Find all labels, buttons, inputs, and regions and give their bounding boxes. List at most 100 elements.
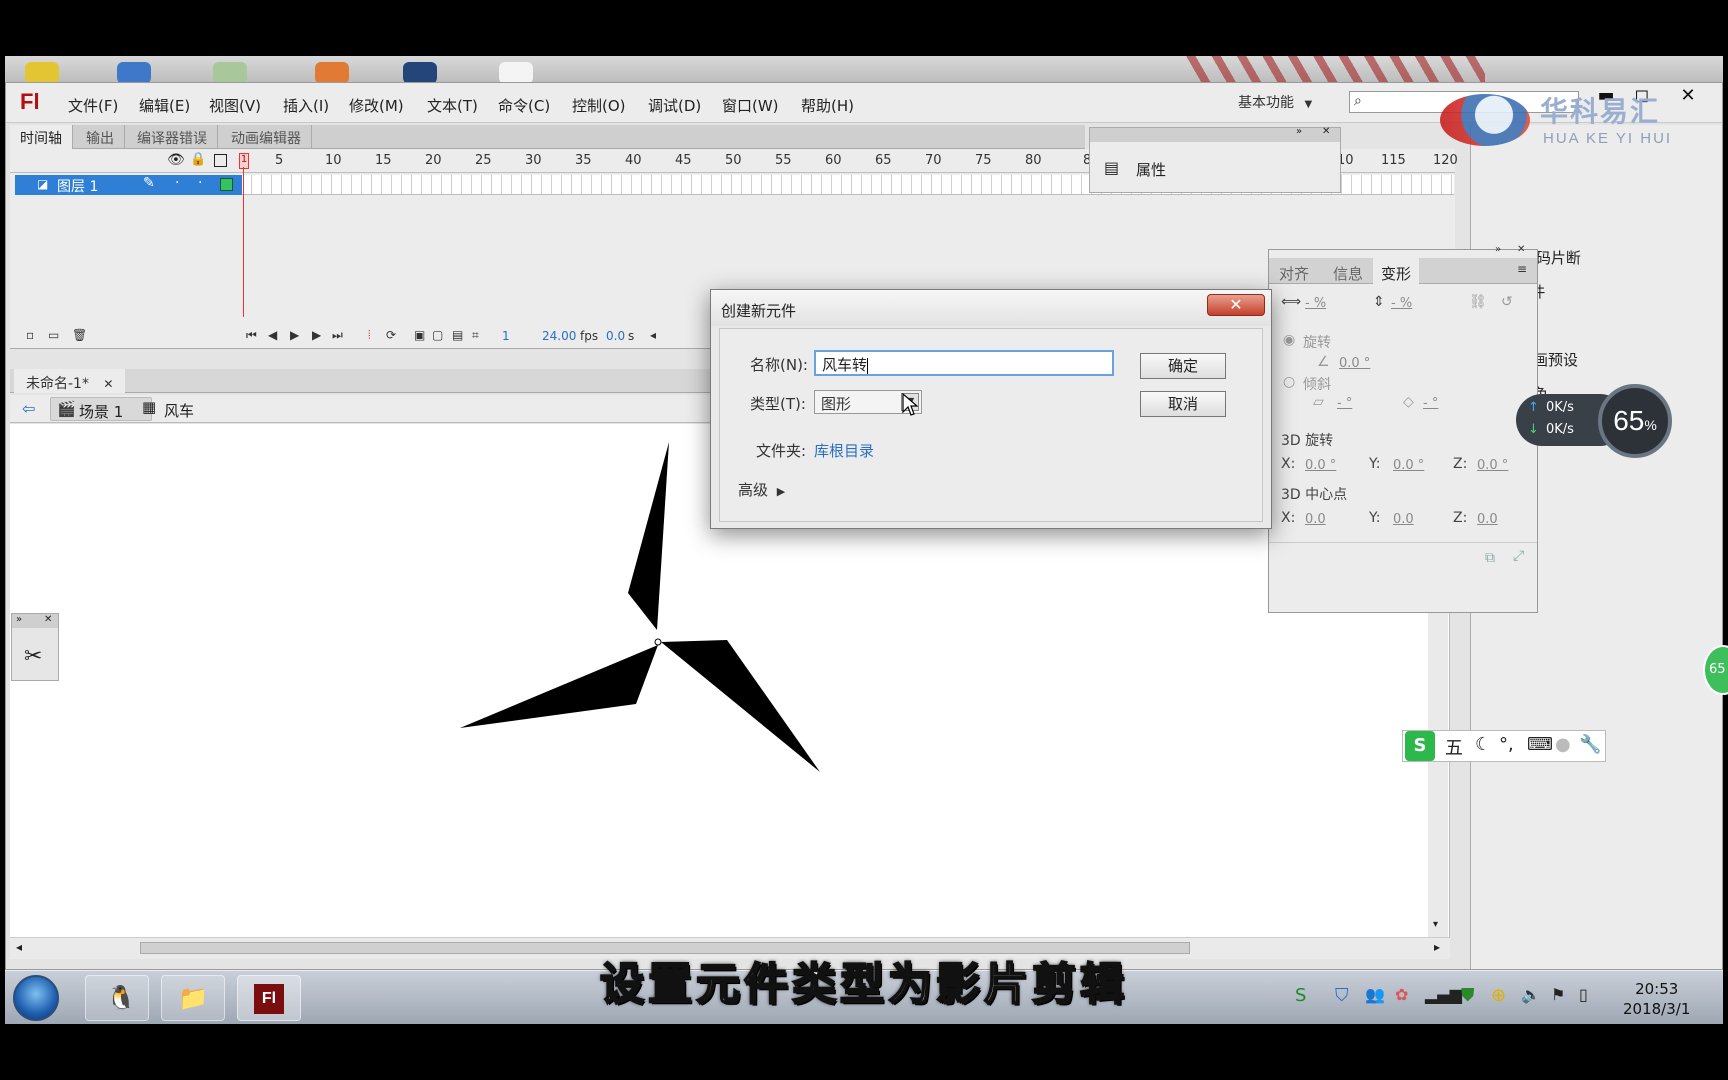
rotation-3d-x[interactable]: 0.0 ° <box>1305 458 1336 473</box>
scroll-down-icon[interactable]: ▾ <box>1433 919 1438 930</box>
tools-icon[interactable]: ✂ <box>24 644 42 669</box>
tab-compiler-errors[interactable]: 编译器错误 <box>127 125 218 149</box>
playhead[interactable]: 1 <box>239 153 249 317</box>
close-tab-icon[interactable]: ✕ <box>103 377 113 391</box>
desktop-icon[interactable] <box>213 62 247 82</box>
wrench-icon[interactable]: 🔧 <box>1579 734 1601 755</box>
folder-link[interactable]: 库根目录 <box>814 440 874 461</box>
center-3d-y[interactable]: 0.0 <box>1393 512 1414 527</box>
ok-button[interactable]: 确定 <box>1140 353 1226 379</box>
ime-mode[interactable]: 五 <box>1445 734 1463 760</box>
tab-motion-editor[interactable]: 动画编辑器 <box>221 125 312 149</box>
menu-edit[interactable]: 编辑(E) <box>139 95 190 116</box>
skew-vertical[interactable]: - ° <box>1423 396 1438 411</box>
close-icon[interactable]: ✕ <box>1322 126 1330 137</box>
center-3d-x[interactable]: 0.0 <box>1305 512 1326 527</box>
expand-icon[interactable]: » <box>16 614 22 625</box>
constrain-link-icon[interactable]: ⛓ <box>1469 294 1487 310</box>
lock-dot[interactable]: · <box>198 175 202 191</box>
rotate-radio[interactable]: ◉ <box>1283 332 1295 348</box>
dialog-titlebar[interactable]: 创建新元件 ✕ <box>711 290 1271 326</box>
keyboard-icon[interactable]: ⌨ <box>1527 734 1553 755</box>
center-frame-icon[interactable]: ⦙ <box>368 328 371 343</box>
center-3d-z[interactable]: 0.0 <box>1477 512 1498 527</box>
breadcrumb-symbol[interactable]: 风车 <box>164 400 194 421</box>
layer-name[interactable]: 图层 1 <box>57 176 98 196</box>
current-frame[interactable]: 1 <box>502 329 510 343</box>
network-speed-widget[interactable]: ↑ 0K/s ↓ 0K/s 65% <box>1516 384 1672 462</box>
desktop-icon[interactable] <box>117 62 151 82</box>
skew-radio[interactable]: ○ <box>1283 374 1295 390</box>
rotation-3d-z[interactable]: 0.0 ° <box>1477 458 1508 473</box>
step-back-icon[interactable]: ◀ <box>268 328 277 342</box>
menu-modify[interactable]: 修改(M) <box>349 95 404 116</box>
menu-text[interactable]: 文本(T) <box>427 95 478 116</box>
expand-icon[interactable]: » <box>1296 126 1302 137</box>
desktop-icon[interactable] <box>403 62 437 82</box>
pinwheel-blade[interactable] <box>661 640 820 772</box>
eye-icon[interactable]: 👁 <box>167 152 185 168</box>
dialog-close-button[interactable]: ✕ <box>1207 294 1265 316</box>
last-frame-icon[interactable]: ⏭ <box>332 328 343 343</box>
new-folder-icon[interactable]: ▭ <box>48 328 59 342</box>
sogou-logo-icon[interactable]: S <box>1405 731 1435 761</box>
onion-skin-icon[interactable]: ▣ <box>414 328 425 342</box>
tab-transform[interactable]: 变形 <box>1373 258 1420 284</box>
scroll-left-icon[interactable]: ◂ <box>650 328 656 342</box>
visibility-dot[interactable]: · <box>175 175 179 191</box>
advanced-toggle[interactable]: 高级 ▶ <box>738 479 785 500</box>
document-tab[interactable]: 未命名-1* ✕ <box>14 369 126 393</box>
menu-help[interactable]: 帮助(H) <box>801 95 854 116</box>
pinwheel-blade[interactable] <box>460 645 658 728</box>
desktop-icon[interactable] <box>315 62 349 82</box>
elapsed-time[interactable]: 0.0 <box>606 329 625 343</box>
remove-transform-icon[interactable]: ⤢ <box>1513 548 1524 564</box>
tab-align[interactable]: 对齐 <box>1271 258 1317 284</box>
symbol-name-input[interactable]: 风车转 <box>814 350 1114 376</box>
reset-icon[interactable]: ↺ <box>1501 294 1513 310</box>
tab-info[interactable]: 信息 <box>1325 258 1371 284</box>
breadcrumb-scene[interactable]: 🎬 场景 1 <box>50 397 152 421</box>
copy-transform-icon[interactable]: ⧉ <box>1485 550 1495 566</box>
properties-tab[interactable]: 属性 <box>1136 159 1166 180</box>
tab-timeline[interactable]: 时间轴 <box>10 125 73 149</box>
new-layer-icon[interactable]: ▫ <box>26 328 34 342</box>
cancel-button[interactable]: 取消 <box>1140 391 1226 417</box>
close-icon[interactable]: ✕ <box>1517 244 1525 255</box>
back-arrow-icon[interactable]: ⇦ <box>22 399 35 418</box>
first-frame-icon[interactable]: ⏮ <box>246 328 257 343</box>
outline-icon[interactable] <box>214 154 227 167</box>
menu-commands[interactable]: 命令(C) <box>498 95 550 116</box>
moon-icon[interactable]: ☾ <box>1475 734 1491 755</box>
play-icon[interactable]: ▶ <box>290 328 299 342</box>
desktop-icon[interactable] <box>499 62 533 82</box>
menu-view[interactable]: 视图(V) <box>209 95 261 116</box>
tab-output[interactable]: 输出 <box>76 125 125 149</box>
desktop-icon[interactable] <box>25 62 59 82</box>
menu-insert[interactable]: 插入(I) <box>283 95 329 116</box>
modify-markers-icon[interactable]: ⌗ <box>472 328 479 343</box>
loop-icon[interactable]: ⟳ <box>386 328 396 342</box>
close-icon[interactable]: ✕ <box>44 614 52 625</box>
menu-debug[interactable]: 调试(D) <box>648 95 701 116</box>
delete-layer-icon[interactable]: 🗑 <box>72 328 87 342</box>
menu-file[interactable]: 文件(F) <box>68 95 118 116</box>
menu-control[interactable]: 控制(O) <box>572 95 626 116</box>
step-forward-icon[interactable]: ▶ <box>312 328 321 342</box>
panel-menu-icon[interactable]: ≡ <box>1517 262 1527 276</box>
dock-motion-presets[interactable]: 画预设 <box>1533 349 1578 370</box>
user-icon[interactable]: ● <box>1555 734 1571 755</box>
rotate-value[interactable]: 0.0 ° <box>1339 356 1370 371</box>
workspace-dropdown[interactable]: 基本功能 ▼ <box>1238 92 1312 112</box>
edit-multiple-icon[interactable]: ▤ <box>452 328 463 342</box>
onion-outline-icon[interactable]: ▢ <box>432 328 443 342</box>
layer-row[interactable]: ◪ 图层 1 ✎ · · <box>15 175 242 195</box>
width-percent[interactable]: - % <box>1305 296 1326 311</box>
pinwheel-blade[interactable] <box>628 442 669 630</box>
expand-icon[interactable]: » <box>1495 244 1501 255</box>
playhead-handle[interactable]: 1 <box>239 153 249 169</box>
frame-rate[interactable]: 24.00 <box>542 329 576 343</box>
menu-window[interactable]: 窗口(W) <box>722 95 779 116</box>
skew-horizontal[interactable]: - ° <box>1337 396 1352 411</box>
lock-icon[interactable]: 🔒 <box>190 152 206 167</box>
